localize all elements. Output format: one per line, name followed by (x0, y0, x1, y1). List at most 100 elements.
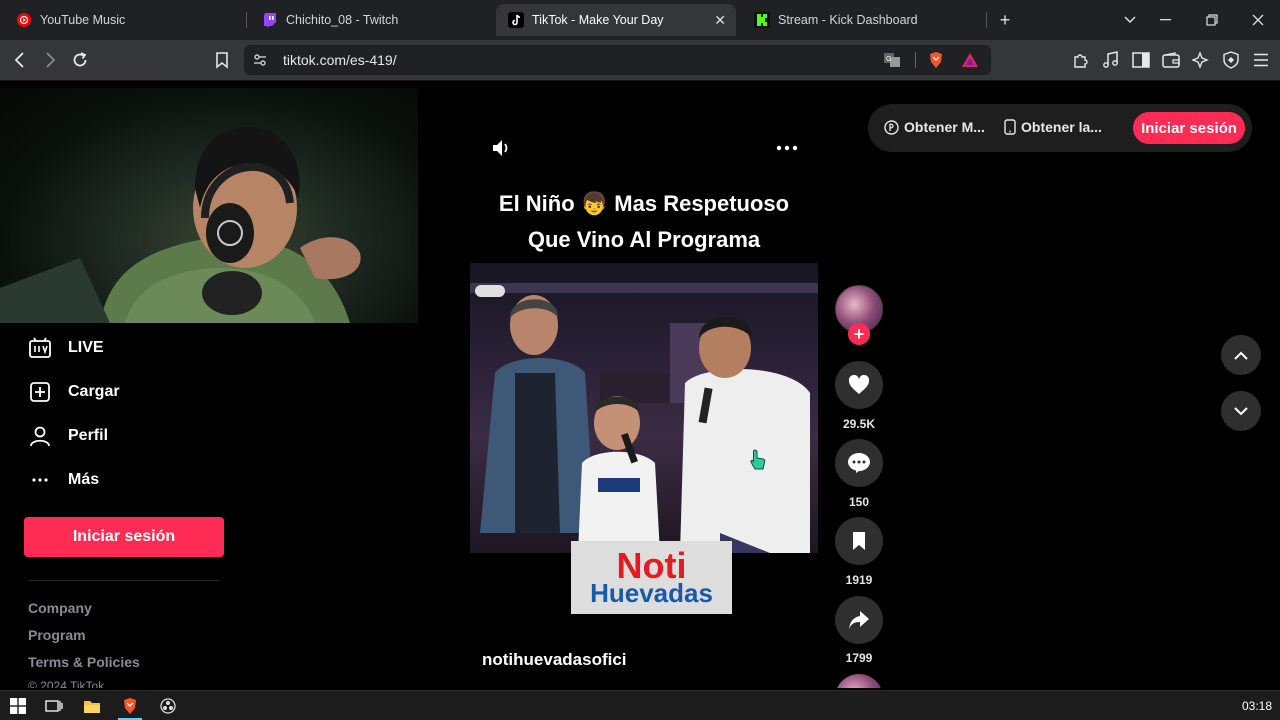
sidebar-item-profile[interactable]: Perfil (28, 421, 108, 451)
browser-toolbar: tiktok.com/es-419/ G (0, 40, 1280, 81)
sidebar-item-label: Perfil (68, 427, 109, 444)
chevron-down-icon (1234, 406, 1248, 415)
like-button[interactable] (835, 361, 883, 409)
windows-taskbar: 03:18 (0, 690, 1280, 720)
tiktok-page: LIVE Cargar Perfil Más Iniciar sesión Co… (0, 81, 1280, 688)
get-app-link[interactable]: Obtener la... (1004, 119, 1102, 135)
volume-icon[interactable] (489, 136, 513, 160)
svg-text:G: G (886, 56, 891, 63)
tab-label: Chichito_08 - Twitch (286, 13, 399, 27)
video-author-name[interactable]: notihuevadasofici (482, 650, 627, 670)
video-scene-image (470, 283, 818, 553)
taskbar-clock[interactable]: 03:18 (1242, 699, 1272, 713)
footer-link-company[interactable]: Company (28, 600, 92, 616)
back-icon[interactable] (10, 50, 30, 70)
chevron-up-icon (1234, 351, 1248, 360)
profile-icon (28, 424, 52, 448)
webcam-overlay (0, 88, 418, 323)
tab-separator (246, 12, 247, 28)
save-count: 1919 (845, 573, 873, 587)
file-explorer-icon[interactable] (82, 696, 102, 716)
tab-label: TikTok - Make Your Day (532, 13, 664, 27)
comment-button[interactable] (835, 439, 883, 487)
hand-cursor-icon (750, 449, 766, 476)
menu-icon[interactable] (1251, 50, 1271, 70)
get-app-label: Obtener la... (1021, 119, 1102, 135)
bookmark-icon[interactable] (212, 50, 232, 70)
tab-twitch[interactable]: Chichito_08 - Twitch (250, 4, 490, 36)
live-icon (28, 336, 52, 360)
tab-youtube-music[interactable]: YouTube Music (4, 4, 244, 36)
restore-icon[interactable] (1202, 10, 1222, 30)
address-bar[interactable]: tiktok.com/es-419/ G (244, 45, 991, 75)
tab-label: Stream - Kick Dashboard (778, 13, 918, 27)
tab-label: YouTube Music (40, 13, 126, 27)
task-view-icon[interactable] (44, 696, 64, 716)
forward-icon[interactable] (40, 50, 60, 70)
more-icon (28, 468, 52, 492)
sidebar-item-label: LIVE (68, 339, 104, 356)
kick-icon (754, 12, 770, 28)
logo-line1: Noti (616, 544, 687, 586)
new-tab-icon[interactable]: + (995, 10, 1015, 30)
get-coins-link[interactable]: Obtener M... (884, 119, 985, 135)
wallet-icon[interactable] (1161, 50, 1181, 70)
site-info-icon[interactable] (250, 50, 270, 70)
tiktok-icon (508, 12, 524, 28)
minimize-icon[interactable] (1156, 10, 1176, 30)
close-window-icon[interactable] (1248, 10, 1268, 30)
share-button[interactable] (835, 596, 883, 644)
like-count: 29.5K (842, 417, 876, 431)
header-login-button[interactable]: Iniciar sesión (1133, 112, 1245, 144)
sidebar-item-upload[interactable]: Cargar (28, 377, 120, 407)
tab-kick[interactable]: Stream - Kick Dashboard (742, 4, 982, 36)
tab-separator (986, 12, 987, 28)
sidebar-item-more[interactable]: Más (28, 465, 99, 495)
vpn-icon[interactable] (1221, 50, 1241, 70)
windows-start-icon[interactable] (8, 696, 28, 716)
coin-icon (884, 119, 899, 135)
sidebar-item-live[interactable]: LIVE (28, 333, 104, 363)
music-disc-icon[interactable] (835, 674, 883, 688)
tab-tiktok[interactable]: TikTok - Make Your Day ✕ (496, 4, 736, 36)
comment-count: 150 (848, 495, 870, 509)
footer-link-terms[interactable]: Terms & Policies (28, 654, 140, 670)
extensions-icon[interactable] (1071, 50, 1091, 70)
follow-plus-icon[interactable]: + (848, 323, 870, 345)
phone-icon (1004, 119, 1016, 135)
sidebar-login-button[interactable]: Iniciar sesión (24, 517, 224, 557)
footer-link-program[interactable]: Program (28, 627, 86, 643)
leo-ai-icon[interactable] (1191, 50, 1211, 70)
twitch-icon (264, 13, 276, 28)
video-options-icon[interactable] (775, 136, 799, 160)
media-controls-icon[interactable] (1101, 50, 1121, 70)
previous-video-button[interactable] (1221, 335, 1261, 375)
upload-icon (28, 380, 52, 404)
close-tab-icon[interactable]: ✕ (714, 12, 726, 29)
video-player[interactable]: El Niño 👦 Mas Respetuoso Que Vino Al Pro… (470, 100, 818, 669)
tab-search-chevron-icon[interactable] (1120, 10, 1140, 30)
share-count: 1799 (845, 651, 873, 665)
next-video-button[interactable] (1221, 391, 1261, 431)
brave-browser-icon[interactable] (120, 696, 140, 716)
obs-icon[interactable] (158, 696, 178, 716)
video-watermark-logo: Noti Huevadas (571, 541, 732, 614)
sidebar-item-label: Más (68, 471, 100, 488)
video-frame (470, 263, 818, 553)
brave-shields-icon[interactable] (926, 50, 946, 70)
translate-icon[interactable]: G (882, 50, 902, 70)
heart-icon (848, 375, 870, 394)
get-coins-label: Obtener M... (904, 119, 985, 135)
sidebar-toggle-icon[interactable] (1131, 50, 1151, 70)
save-button[interactable] (835, 517, 883, 565)
webcam-person-image (0, 127, 361, 323)
logo-line2: Huevadas (590, 577, 713, 608)
address-bar-divider (915, 52, 916, 68)
reload-icon[interactable] (70, 50, 90, 70)
brave-rewards-icon[interactable] (960, 50, 980, 70)
browser-tab-bar: YouTube Music Chichito_08 - Twitch TikTo… (0, 0, 1280, 40)
share-icon (849, 611, 869, 629)
video-caption-line2: Que Vino Al Programa (527, 227, 761, 252)
video-caption-line1: El Niño 👦 Mas Respetuoso (498, 191, 790, 216)
footer-copyright: © 2024 TikTok (28, 679, 105, 688)
